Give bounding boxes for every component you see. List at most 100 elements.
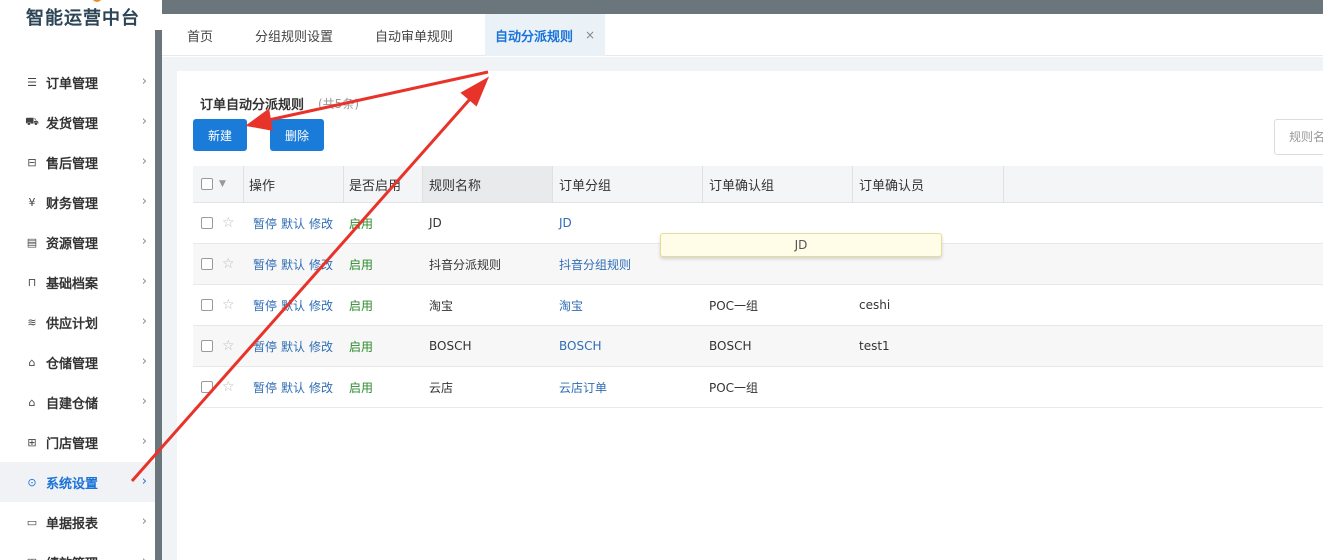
pause-link[interactable]: 暂停 [253, 297, 277, 314]
rule-name: 淘宝 [429, 298, 454, 313]
sidebar-item-label: 系统设置 [46, 476, 99, 492]
column-divider [852, 166, 853, 203]
table-row[interactable]: ☆ 暂停 默认 修改 启用 云店 云店订单 POC一组 [193, 367, 1323, 408]
table-row[interactable]: ☆ 暂停 默认 修改 启用 BOSCH BOSCH BOSCH test1 [193, 326, 1323, 367]
confirmer: ceshi [859, 298, 891, 312]
edit-link[interactable]: 修改 [309, 379, 333, 396]
default-link[interactable]: 默认 [281, 256, 305, 273]
pause-link[interactable]: 暂停 [253, 256, 277, 273]
row-checkbox[interactable] [201, 381, 213, 393]
star-icon[interactable]: ☆ [222, 256, 235, 272]
favorite-cell: ☆ [222, 203, 235, 243]
tab-auto-dispatch-rules[interactable]: 自动分派规则 × [485, 14, 606, 56]
after-sales-icon: ⊟ [27, 155, 37, 169]
close-icon[interactable]: × [585, 28, 595, 42]
sidebar-item-9[interactable]: ⊞ 门店管理 › [0, 422, 155, 462]
sidebar-item-label: 订单管理 [46, 76, 99, 92]
row-select-cell [201, 367, 213, 407]
order-group-link[interactable]: BOSCH [559, 326, 602, 366]
edit-link[interactable]: 修改 [309, 338, 333, 355]
tab-label: 自动审单规则 [375, 29, 454, 45]
select-all-checkbox[interactable] [201, 178, 213, 190]
row-checkbox[interactable] [201, 217, 213, 229]
tab-bar: 首页 分组规则设置 自动审单规则 自动分派规则 × [162, 14, 1323, 56]
new-button[interactable]: 新建 [193, 119, 247, 151]
row-checkbox[interactable] [201, 258, 213, 270]
tab-group-rules[interactable]: 分组规则设置 [245, 14, 343, 56]
yen-icon: ¥ [28, 195, 36, 209]
favorite-cell: ☆ [222, 326, 235, 366]
sidebar-item-label: 门店管理 [46, 436, 99, 452]
top-bar [162, 0, 1323, 14]
sidebar-item-label: 售后管理 [46, 156, 99, 172]
sidebar-item-5[interactable]: ⊓ 基础档案 › [0, 262, 155, 302]
sidebar-item-1[interactable]: ⛟ 发货管理 › [0, 102, 155, 142]
tab-home[interactable]: 首页 [177, 14, 223, 56]
pause-link[interactable]: 暂停 [253, 379, 277, 396]
row-checkbox[interactable] [201, 340, 213, 352]
tab-auto-review-rules[interactable]: 自动审单规则 [365, 14, 463, 56]
row-actions: 暂停 默认 修改 [253, 244, 337, 284]
caret-down-icon[interactable]: ▼ [219, 179, 226, 189]
pause-link[interactable]: 暂停 [253, 338, 277, 355]
sidebar-item-8[interactable]: ⌂ 自建仓储 › [0, 382, 155, 422]
sidebar-item-10[interactable]: ⊙ 系统设置 › [0, 462, 155, 502]
star-icon[interactable]: ☆ [222, 297, 235, 313]
default-link[interactable]: 默认 [281, 379, 305, 396]
default-link[interactable]: 默认 [281, 297, 305, 314]
order-group-link[interactable]: 抖音分组规则 [559, 244, 631, 284]
sidebar-menu: ☰ 订单管理 › ⛟ 发货管理 › ⊟ 售后管理 › ¥ 财务管理 › ▤ 资源管理 › ⊓ 基础档案 › ≋ 供应计… [0, 62, 155, 560]
sidebar-item-label: 仓储管理 [46, 356, 99, 372]
star-icon[interactable]: ☆ [222, 215, 235, 231]
chevron-right-icon: › [141, 474, 147, 489]
star-icon[interactable]: ☆ [222, 338, 235, 354]
sidebar-scrollbar[interactable] [155, 30, 162, 560]
order-group-link[interactable]: JD [559, 203, 572, 243]
edit-link[interactable]: 修改 [309, 297, 333, 314]
chevron-right-icon: › [141, 314, 147, 329]
col-header-confirmer[interactable]: 订单确认员 [859, 166, 924, 202]
sidebar-item-3[interactable]: ¥ 财务管理 › [0, 182, 155, 222]
column-divider [1003, 166, 1004, 203]
truck-icon: ⛟ [25, 114, 39, 128]
sidebar-item-4[interactable]: ▤ 资源管理 › [0, 222, 155, 262]
order-group-link[interactable]: 云店订单 [559, 367, 607, 407]
default-link[interactable]: 默认 [281, 215, 305, 232]
table-row[interactable]: ☆ 暂停 默认 修改 启用 淘宝 淘宝 POC一组 ceshi [193, 285, 1323, 326]
order-group-link[interactable]: 淘宝 [559, 285, 583, 325]
favorite-cell: ☆ [222, 285, 235, 325]
sidebar-item-label: 自建仓储 [46, 396, 99, 412]
sidebar-item-7[interactable]: ⌂ 仓储管理 › [0, 342, 155, 382]
enabled-status: 启用 [349, 380, 374, 395]
sidebar: 智能运营中台 ☰ 订单管理 › ⛟ 发货管理 › ⊟ 售后管理 › ¥ 财务管理 › ▤ 资源管理 › ⊓ 基础… [0, 0, 162, 560]
col-header-actions: 操作 [249, 178, 276, 194]
delete-button[interactable]: 删除 [270, 119, 324, 151]
default-link[interactable]: 默认 [281, 338, 305, 355]
sidebar-item-12[interactable]: ◫ 绩效管理 › [0, 542, 155, 560]
confirm-group: BOSCH [709, 339, 752, 353]
row-select-cell [201, 326, 213, 366]
row-actions: 暂停 默认 修改 [253, 203, 337, 243]
star-icon[interactable]: ☆ [222, 379, 235, 395]
sidebar-item-0[interactable]: ☰ 订单管理 › [0, 62, 155, 102]
sidebar-item-6[interactable]: ≋ 供应计划 › [0, 302, 155, 342]
edit-link[interactable]: 修改 [309, 215, 333, 232]
col-header-rule-name[interactable]: 规则名称 [423, 166, 552, 202]
col-header-enabled[interactable]: 是否启用 [349, 166, 401, 202]
sidebar-item-11[interactable]: ▭ 单据报表 › [0, 502, 155, 542]
col-header-confirm-group[interactable]: 订单确认组 [709, 166, 774, 202]
pause-link[interactable]: 暂停 [253, 215, 277, 232]
chevron-right-icon: › [142, 554, 147, 560]
select-all-area: ▼ [201, 166, 226, 202]
performance-icon: ◫ [25, 555, 39, 560]
row-checkbox[interactable] [201, 299, 213, 311]
enabled-status: 启用 [349, 339, 374, 354]
confirmer: test1 [859, 339, 890, 353]
col-header-order-group[interactable]: 订单分组 [559, 166, 611, 202]
resource-icon: ▤ [26, 235, 38, 249]
sidebar-item-2[interactable]: ⊟ 售后管理 › [0, 142, 155, 182]
rule-name-search-input[interactable]: 规则名称 [1274, 119, 1323, 155]
edit-link[interactable]: 修改 [309, 256, 333, 273]
tab-label: 自动分派规则 [495, 29, 574, 45]
enabled-status: 启用 [349, 298, 374, 313]
